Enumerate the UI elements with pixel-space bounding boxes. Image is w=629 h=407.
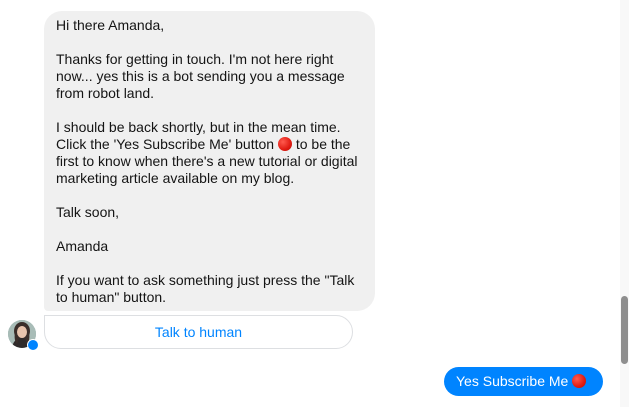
chat-window: Hi there Amanda, Thanks for getting in t…: [0, 0, 629, 407]
greeting-text: Hi there Amanda,: [56, 17, 165, 33]
talk-to-human-button[interactable]: Talk to human: [44, 315, 353, 349]
message-paragraph-2: I should be back shortly, but in the mea…: [56, 119, 363, 187]
message-paragraph-1: Thanks for getting in touch. I'm not her…: [56, 51, 345, 101]
scrollbar-thumb[interactable]: [621, 296, 628, 364]
signoff-text: Talk soon,: [56, 204, 120, 220]
sent-message-text: Yes Subscribe Me: [456, 373, 569, 389]
messenger-badge-icon: [27, 339, 39, 351]
red-circle-icon: [277, 137, 292, 151]
sent-message-bubble: Yes Subscribe Me: [444, 367, 603, 396]
message-paragraph-3: If you want to ask something just press …: [56, 272, 355, 305]
signature-text: Amanda: [56, 238, 109, 254]
red-circle-icon: [572, 374, 587, 388]
received-message-bubble: Hi there Amanda, Thanks for getting in t…: [44, 11, 375, 311]
